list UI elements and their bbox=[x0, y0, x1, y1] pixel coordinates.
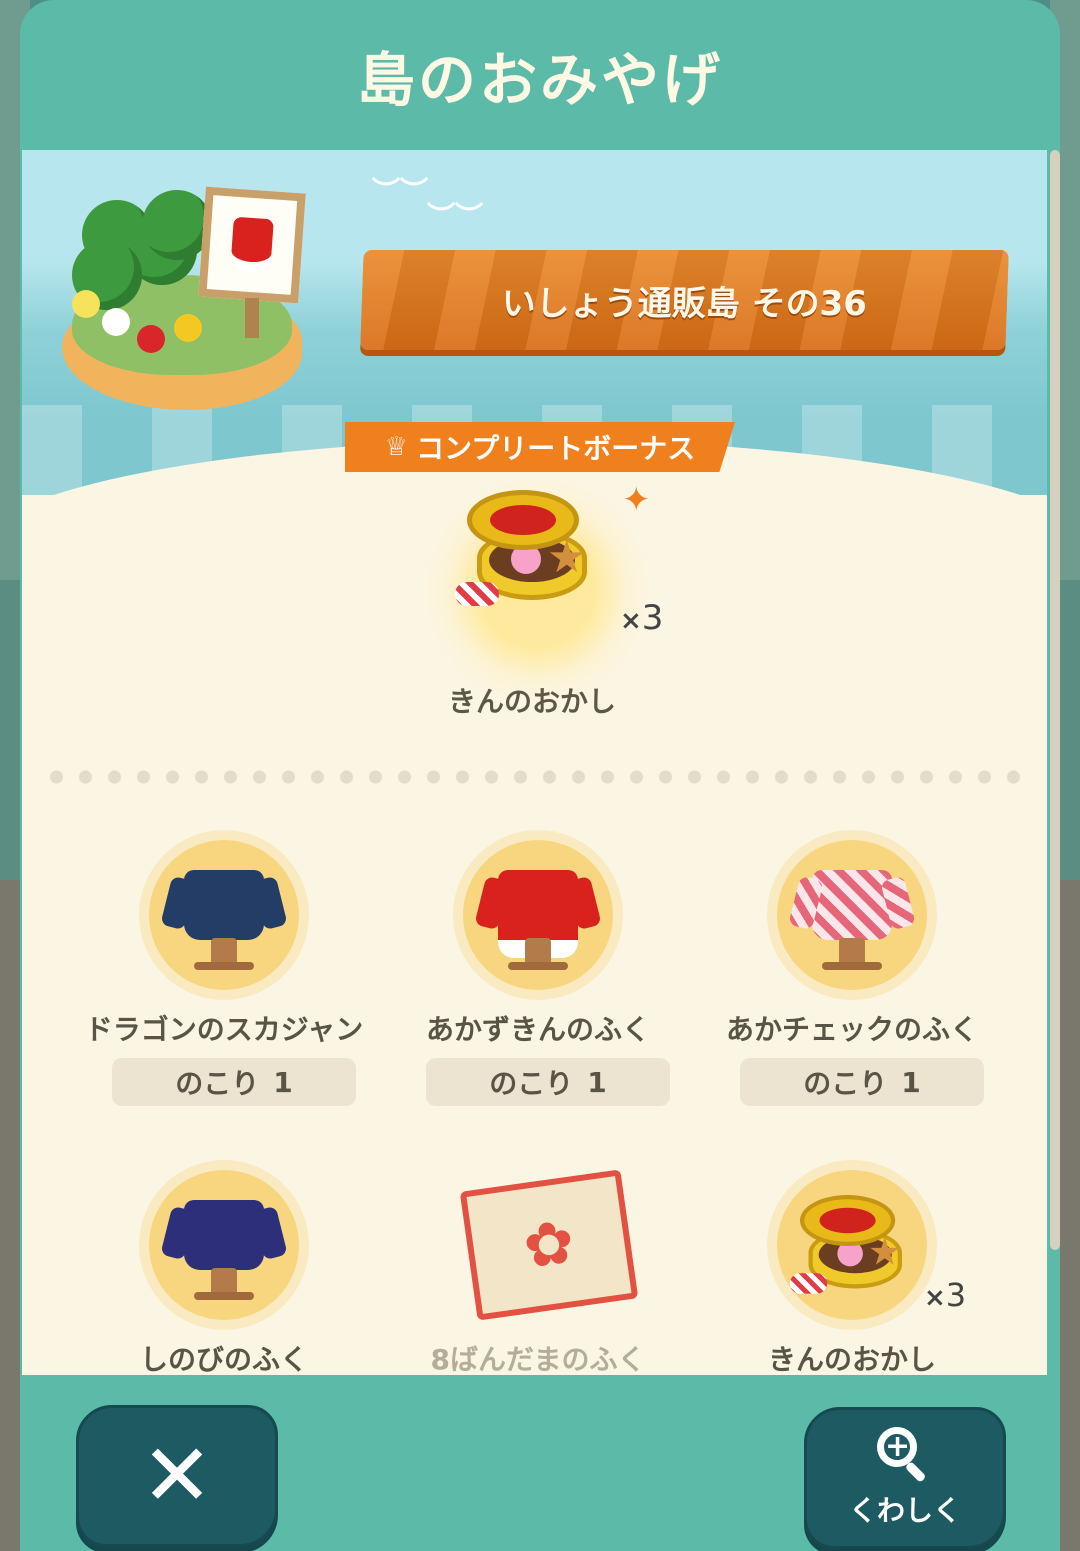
item-ninja-outfit[interactable]: しのびのふく bbox=[74, 1158, 374, 1375]
flower-icon bbox=[174, 314, 202, 342]
item-red-hood-dress[interactable]: あかずきんのふく のこり 1 bbox=[388, 828, 688, 1120]
eightball-outfit-stamp-icon: ✿ bbox=[459, 1169, 639, 1321]
crown-icon: ♕ bbox=[384, 432, 409, 462]
item-gold-candy[interactable]: ★ ×3 きんのおかし bbox=[702, 1158, 1002, 1375]
seagull-icon: ︶︶ bbox=[427, 200, 484, 233]
candy-tin-icon: ★ bbox=[455, 490, 587, 606]
bonus-quantity: ×3 bbox=[620, 598, 664, 638]
island-name-plank: いしょう通販島 その36 bbox=[360, 250, 1009, 350]
dotted-divider bbox=[42, 770, 1032, 784]
item-red-check-dress[interactable]: あかチェックのふく のこり 1 bbox=[702, 828, 1002, 1120]
island-icon bbox=[52, 186, 312, 420]
modal-title: 島のおみやげ bbox=[356, 46, 723, 114]
complete-bonus-ribbon: ♕ コンプリートボーナス bbox=[345, 422, 735, 472]
red-check-dress-icon bbox=[812, 870, 892, 940]
item-name: 8ばんだまのふく bbox=[430, 1343, 646, 1375]
close-button[interactable]: ✕ bbox=[76, 1405, 278, 1547]
complete-bonus-label: コンプリートボーナス bbox=[416, 432, 696, 465]
flower-icon bbox=[137, 325, 165, 353]
dragon-jacket-icon bbox=[184, 870, 264, 940]
zoom-in-icon: + bbox=[877, 1427, 933, 1483]
item-quantity: ×3 bbox=[924, 1276, 967, 1314]
details-button[interactable]: + くわしく bbox=[804, 1407, 1006, 1549]
item-name: ドラゴンのスカジャン bbox=[84, 1013, 364, 1046]
souvenir-modal: 島のおみやげ ︶︶ ︶︶ いしょう通販島 その36 ♕ コンプリートボーナス ★… bbox=[20, 0, 1060, 1551]
item-name: きんのおかし bbox=[767, 1343, 936, 1375]
footer-bar: ✕ + くわしく bbox=[20, 1375, 1060, 1551]
island-sign-icon bbox=[198, 186, 306, 304]
flower-icon bbox=[72, 290, 100, 318]
island-name: いしょう通販島 その36 bbox=[501, 283, 868, 324]
close-icon: ✕ bbox=[140, 1426, 214, 1526]
item-name: あかずきんのふく bbox=[425, 1013, 650, 1046]
remaining-badge: のこり 1 bbox=[426, 1058, 670, 1106]
item-dragon-jacket[interactable]: ドラゴンのスカジャン のこり 1 bbox=[74, 828, 374, 1120]
item-eightball-outfit[interactable]: ✿ 8ばんだまのふく bbox=[388, 1169, 688, 1375]
flower-icon bbox=[102, 308, 130, 336]
remaining-badge: のこり 1 bbox=[112, 1058, 356, 1106]
details-label: くわしく bbox=[848, 1494, 961, 1527]
item-name: あかチェックのふく bbox=[725, 1013, 978, 1046]
sparkle-icon: ✦ bbox=[622, 480, 651, 520]
ninja-outfit-icon bbox=[184, 1200, 264, 1270]
remaining-badge: のこり 1 bbox=[740, 1058, 984, 1106]
modal-content: ︶︶ ︶︶ いしょう通販島 その36 ♕ コンプリートボーナス ★ ✦ ×3 き… bbox=[22, 150, 1047, 1375]
bonus-reward-name: きんのおかし bbox=[447, 685, 616, 718]
item-name: しのびのふく bbox=[139, 1343, 308, 1375]
candy-tin-icon: ★ bbox=[789, 1195, 902, 1294]
scrollbar[interactable] bbox=[1050, 150, 1060, 1250]
seagull-icon: ︶︶ bbox=[372, 175, 429, 208]
